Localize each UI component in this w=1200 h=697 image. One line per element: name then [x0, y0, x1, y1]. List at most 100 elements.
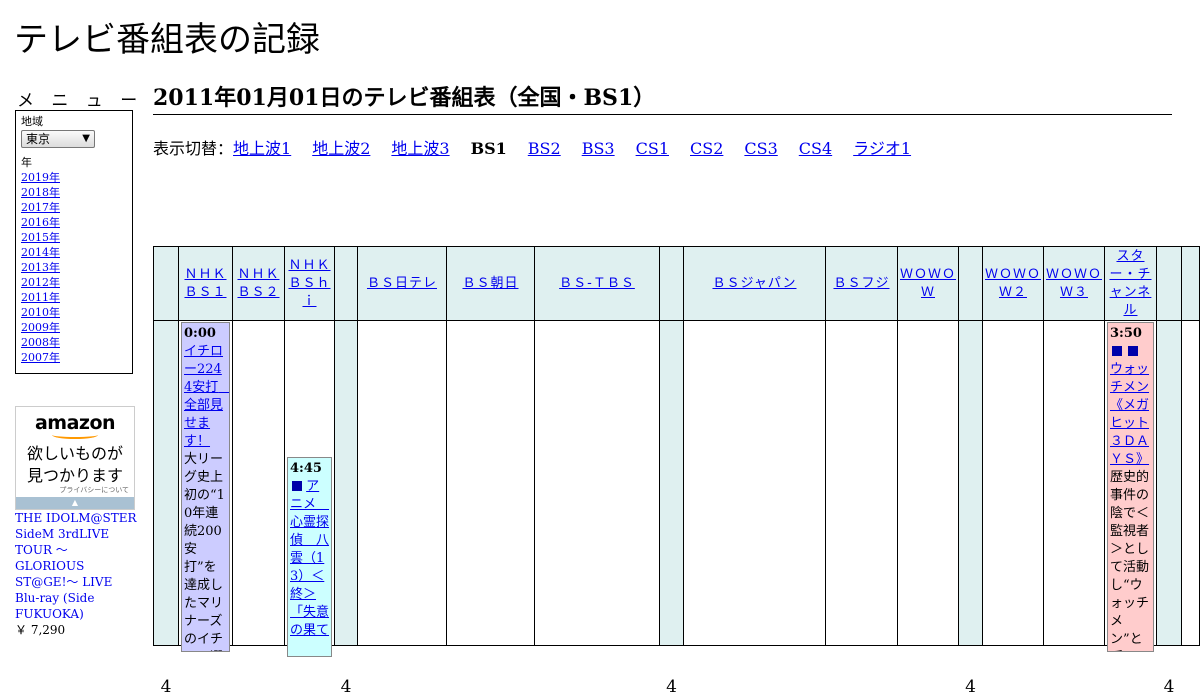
hour-body: 4 — [153, 320, 179, 697]
ad-expand-bar[interactable]: ▲ — [16, 497, 134, 509]
program-time: 4:45 — [290, 461, 322, 476]
channel-column-bs-fuji: ＢＳフジ — [825, 246, 898, 646]
year-link-2017[interactable]: 2017年 — [21, 200, 127, 215]
ad-product-price: ￥ 7,290 — [15, 623, 66, 637]
hour-column: 4 — [659, 246, 684, 697]
switch-link-terrestrial2[interactable]: 地上波2 — [312, 139, 370, 158]
channel-header: ＢＳ-ＴＢＳ — [534, 246, 660, 321]
year-link-2007[interactable]: 2007年 — [21, 350, 127, 365]
channel-header: ＷＯＷＯＷ２ — [982, 246, 1044, 321]
region-select[interactable]: 東京 ▼ — [21, 130, 95, 148]
program-title-link[interactable]: イチロー2244安打 全部見せます！ — [184, 344, 229, 449]
switch-link-cs3[interactable]: CS3 — [744, 139, 777, 158]
year-link-2010[interactable]: 2010年 — [21, 305, 127, 320]
chevron-down-icon: ▼ — [82, 133, 90, 144]
hour-header — [1156, 246, 1182, 321]
program-description: 大リーグ史上初の“10年連続200安打”を達成したマリナーズのイチロー選 — [184, 452, 225, 651]
year-link-2012[interactable]: 2012年 — [21, 275, 127, 290]
ad-privacy-link[interactable]: プライバシーについて — [59, 485, 129, 495]
year-link-2015[interactable]: 2015年 — [21, 230, 127, 245]
ad-product-link[interactable]: THE IDOLM@STER SideM 3rdLIVE TOUR ～GLORI… — [15, 511, 137, 621]
channel-body — [232, 320, 285, 646]
ad-copy-line2: 見つかります — [26, 466, 123, 485]
amazon-ad-banner[interactable]: amazon 欲しいものが 見つかります プライバシーについて ▲ — [15, 406, 135, 510]
hour-header — [153, 246, 179, 321]
channel-body — [1181, 320, 1200, 646]
year-link-2008[interactable]: 2008年 — [21, 335, 127, 350]
hour-label: 4 — [160, 677, 172, 697]
hour-column: 4 — [1156, 246, 1182, 697]
hour-body: 4 — [659, 320, 684, 697]
year-link-2016[interactable]: 2016年 — [21, 215, 127, 230]
channel-header: ＷＯＷＯＷ３ — [1043, 246, 1105, 321]
channel-column-bs-ntv: ＢＳ日テレ — [357, 246, 447, 646]
switch-link-cs1[interactable]: CS1 — [636, 139, 669, 158]
year-link-2009[interactable]: 2009年 — [21, 320, 127, 335]
ad-copy-line1: 欲しいものが — [26, 444, 123, 463]
switch-link-cs2[interactable]: CS2 — [690, 139, 723, 158]
channel-link[interactable]: ＢＳフジ — [833, 275, 889, 293]
switch-link-cs4[interactable]: CS4 — [799, 139, 832, 158]
channel-body — [1043, 320, 1105, 646]
hour-body: 4 — [958, 320, 983, 697]
hour-header — [659, 246, 684, 321]
channel-column-wowow2: ＷＯＷＯＷ２ — [982, 246, 1044, 646]
hour-label: 4 — [1163, 677, 1175, 697]
program-title-link[interactable]: アニメ 心霊探偵 八雲（13）＜終＞「失意の果て — [290, 479, 329, 638]
caption-icon — [292, 481, 302, 491]
hour-column: 4 — [153, 246, 179, 697]
year-link-2014[interactable]: 2014年 — [21, 245, 127, 260]
channel-link[interactable]: ＢＳ-ＴＢＳ — [559, 275, 635, 293]
channel-link[interactable]: ＮＨＫＢＳ１ — [181, 266, 230, 302]
year-link-2013[interactable]: 2013年 — [21, 260, 127, 275]
chevron-up-icon: ▲ — [71, 498, 79, 507]
channel-link[interactable]: ＢＳ朝日 — [462, 275, 518, 293]
hour-header — [334, 246, 358, 321]
channel-column-partial — [1181, 246, 1200, 646]
switch-current-bs1: BS1 — [470, 139, 507, 158]
channel-header: ＢＳ朝日 — [446, 246, 535, 321]
channel-header: ＮＨＫＢＳｈｉ — [284, 246, 335, 321]
channel-link[interactable]: ＷＯＷＯＷ — [900, 266, 956, 302]
year-link-2019[interactable]: 2019年 — [21, 170, 127, 185]
year-link-2018[interactable]: 2018年 — [21, 185, 127, 200]
channel-link[interactable]: ＷＯＷＯＷ３ — [1046, 266, 1102, 302]
site-title: テレビ番組表の記録 — [14, 20, 320, 60]
channel-link[interactable]: ＢＳ日テレ — [367, 275, 437, 293]
channel-body: 3:50 ウォッチメン《メガヒット３ＤＡＹＳ》 歴史的事件の陰で＜監視者＞として… — [1104, 320, 1157, 652]
channel-link[interactable]: ＮＨＫＢＳｈｉ — [287, 257, 332, 311]
channel-column-star-channel: スター・チャンネル 3:50 ウォッチメン《メガヒット３ＤＡＹＳ》 歴史的事件の… — [1104, 246, 1157, 652]
channel-column-wowow: ＷＯＷＯＷ — [897, 246, 959, 646]
channel-header: ＢＳジャパン — [683, 246, 826, 321]
switch-link-terrestrial3[interactable]: 地上波3 — [391, 139, 449, 158]
region-select-value: 東京 — [26, 132, 51, 146]
program-description: 歴史的事件の陰で＜監視者＞として活動し“ウォッチメン”と呼 — [1110, 470, 1150, 651]
switch-link-terrestrial1[interactable]: 地上波1 — [233, 139, 291, 158]
channel-header: ＮＨＫＢＳ１ — [178, 246, 233, 321]
hour-body: 4 — [334, 320, 358, 697]
ad-copy: 欲しいものが 見つかります — [16, 443, 134, 487]
channel-link[interactable]: ＢＳジャパン — [712, 275, 796, 293]
hour-body: 4 — [1156, 320, 1182, 697]
year-label: 年 — [21, 156, 32, 169]
amazon-logo: amazon — [34, 412, 116, 434]
switch-link-bs3[interactable]: BS3 — [582, 139, 615, 158]
channel-link[interactable]: ＮＨＫＢＳ２ — [235, 266, 282, 302]
switch-link-bs2[interactable]: BS2 — [528, 139, 561, 158]
channel-link[interactable]: スター・チャンネル — [1107, 248, 1154, 320]
program-cell: 3:50 ウォッチメン《メガヒット３ＤＡＹＳ》 歴史的事件の陰で＜監視者＞として… — [1107, 322, 1154, 652]
channel-body — [534, 320, 660, 646]
channel-column-bs-japan: ＢＳジャパン — [683, 246, 826, 646]
ad-product: THE IDOLM@STER SideM 3rdLIVE TOUR ～GLORI… — [15, 510, 137, 638]
channel-body — [446, 320, 535, 646]
program-time: 3:50 — [1110, 326, 1142, 341]
channel-link[interactable]: ＷＯＷＯＷ２ — [985, 266, 1041, 302]
switcher-prefix: 表示切替： — [153, 139, 234, 158]
channel-header: ＢＳフジ — [825, 246, 898, 321]
widescreen-icon — [1128, 346, 1139, 356]
switch-link-radio1[interactable]: ラジオ1 — [853, 139, 911, 158]
hour-header — [958, 246, 983, 321]
program-title-link[interactable]: ウォッチメン《メガヒット３ＤＡＹＳ》 — [1110, 362, 1149, 467]
year-link-2011[interactable]: 2011年 — [21, 290, 127, 305]
region-label: 地域 — [21, 115, 43, 128]
